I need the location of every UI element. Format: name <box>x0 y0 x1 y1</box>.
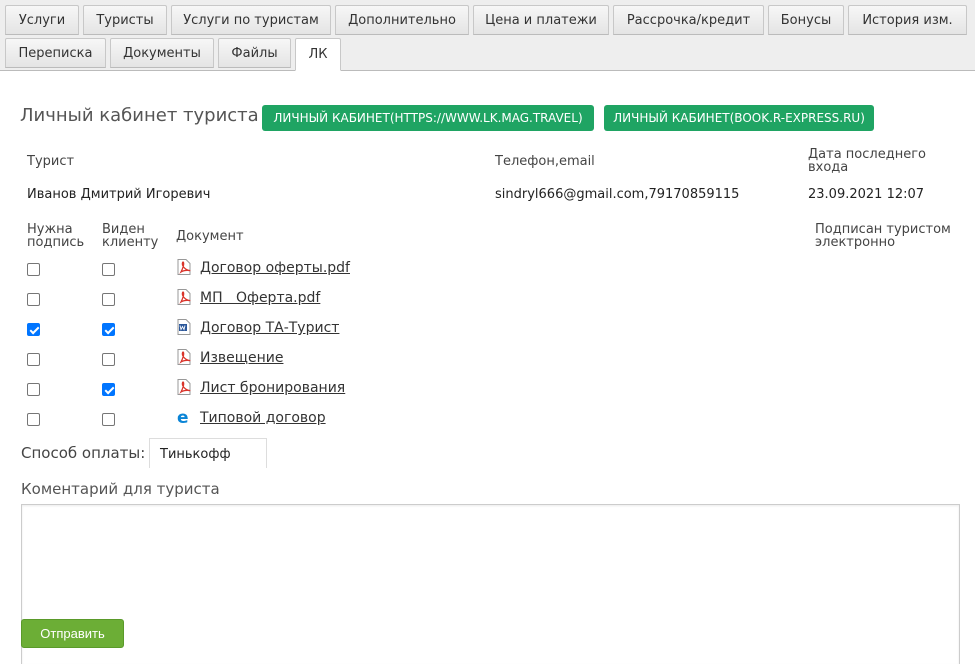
visible-to-client-checkbox[interactable] <box>102 383 115 396</box>
tab-bonuses[interactable]: Бонусы <box>768 5 844 35</box>
tab-services[interactable]: Услуги <box>5 5 79 35</box>
visible-to-client-checkbox[interactable] <box>102 353 115 366</box>
comment-label: Коментарий для туриста <box>21 480 220 498</box>
pdf-icon <box>177 349 191 365</box>
sign-required-checkbox[interactable] <box>27 263 40 276</box>
sign-required-checkbox[interactable] <box>27 323 40 336</box>
tab-price-payments[interactable]: Цена и платежи <box>473 5 609 35</box>
document-link[interactable]: МП Оферта.pdf <box>200 290 320 306</box>
contact-header: Телефон,email <box>495 154 595 169</box>
col-document: Документ <box>176 229 244 244</box>
comment-textarea[interactable] <box>21 504 960 664</box>
tab-files[interactable]: Файлы <box>218 38 291 68</box>
payment-method-label: Способ оплаты: <box>21 444 146 462</box>
tourist-header: Турист <box>27 154 75 169</box>
send-button[interactable]: Отправить <box>21 619 124 648</box>
last-login-value: 23.09.2021 12:07 <box>808 187 925 202</box>
edge-icon: e <box>177 408 191 428</box>
visible-to-client-checkbox[interactable] <box>102 323 115 336</box>
visible-to-client-checkbox[interactable] <box>102 413 115 426</box>
visible-to-client-checkbox[interactable] <box>102 293 115 306</box>
document-link[interactable]: Договор оферты.pdf <box>200 260 350 276</box>
document-link[interactable]: Типовой договор <box>200 410 326 426</box>
tab-services-by-tourist[interactable]: Услуги по туристам <box>171 5 331 35</box>
tab-installment-credit[interactable]: Рассрочка/кредит <box>613 5 764 35</box>
tab-lk[interactable]: ЛК <box>295 38 341 71</box>
tab-bar: Услуги Туристы Услуги по туристам Дополн… <box>0 0 975 71</box>
sign-required-checkbox[interactable] <box>27 413 40 426</box>
payment-method-select[interactable]: Тинькофф <box>149 438 267 468</box>
visible-to-client-checkbox[interactable] <box>102 263 115 276</box>
last-login-header: Дата последнего входа <box>808 147 926 175</box>
tab-additional[interactable]: Дополнительно <box>335 5 469 35</box>
tourist-contact: sindryl666@gmail.com,79170859115 <box>495 187 740 202</box>
svg-text:e: e <box>177 409 189 425</box>
word-icon <box>177 319 191 335</box>
tab-tourists[interactable]: Туристы <box>83 5 167 35</box>
lk-mag-travel-button[interactable]: ЛИЧНЫЙ КАБИНЕТ(HTTPS://WWW.LK.MAG.TRAVEL… <box>262 105 594 131</box>
col-sign-required: Нужна подпись <box>27 222 85 250</box>
sign-required-checkbox[interactable] <box>27 353 40 366</box>
lk-r-express-button[interactable]: ЛИЧНЫЙ КАБИНЕТ(BOOK.R-EXPRESS.RU) <box>604 105 874 131</box>
pdf-icon <box>177 379 191 395</box>
page-title: Личный кабинет туриста <box>20 105 259 126</box>
col-visible-to-client: Виден клиенту <box>102 222 159 250</box>
pdf-icon <box>177 259 191 275</box>
sign-required-checkbox[interactable] <box>27 293 40 306</box>
document-link[interactable]: Извещение <box>200 350 283 366</box>
col-signed-electronically: Подписан туристом электронно <box>815 222 951 250</box>
document-link[interactable]: Договор ТА-Турист <box>200 320 339 336</box>
tab-documents[interactable]: Документы <box>110 38 214 68</box>
pdf-icon <box>177 289 191 305</box>
tab-history[interactable]: История изм. <box>848 5 967 35</box>
document-link[interactable]: Лист бронирования <box>200 380 345 396</box>
tab-correspondence[interactable]: Переписка <box>5 38 106 68</box>
sign-required-checkbox[interactable] <box>27 383 40 396</box>
tourist-name: Иванов Дмитрий Игоревич <box>27 187 211 202</box>
